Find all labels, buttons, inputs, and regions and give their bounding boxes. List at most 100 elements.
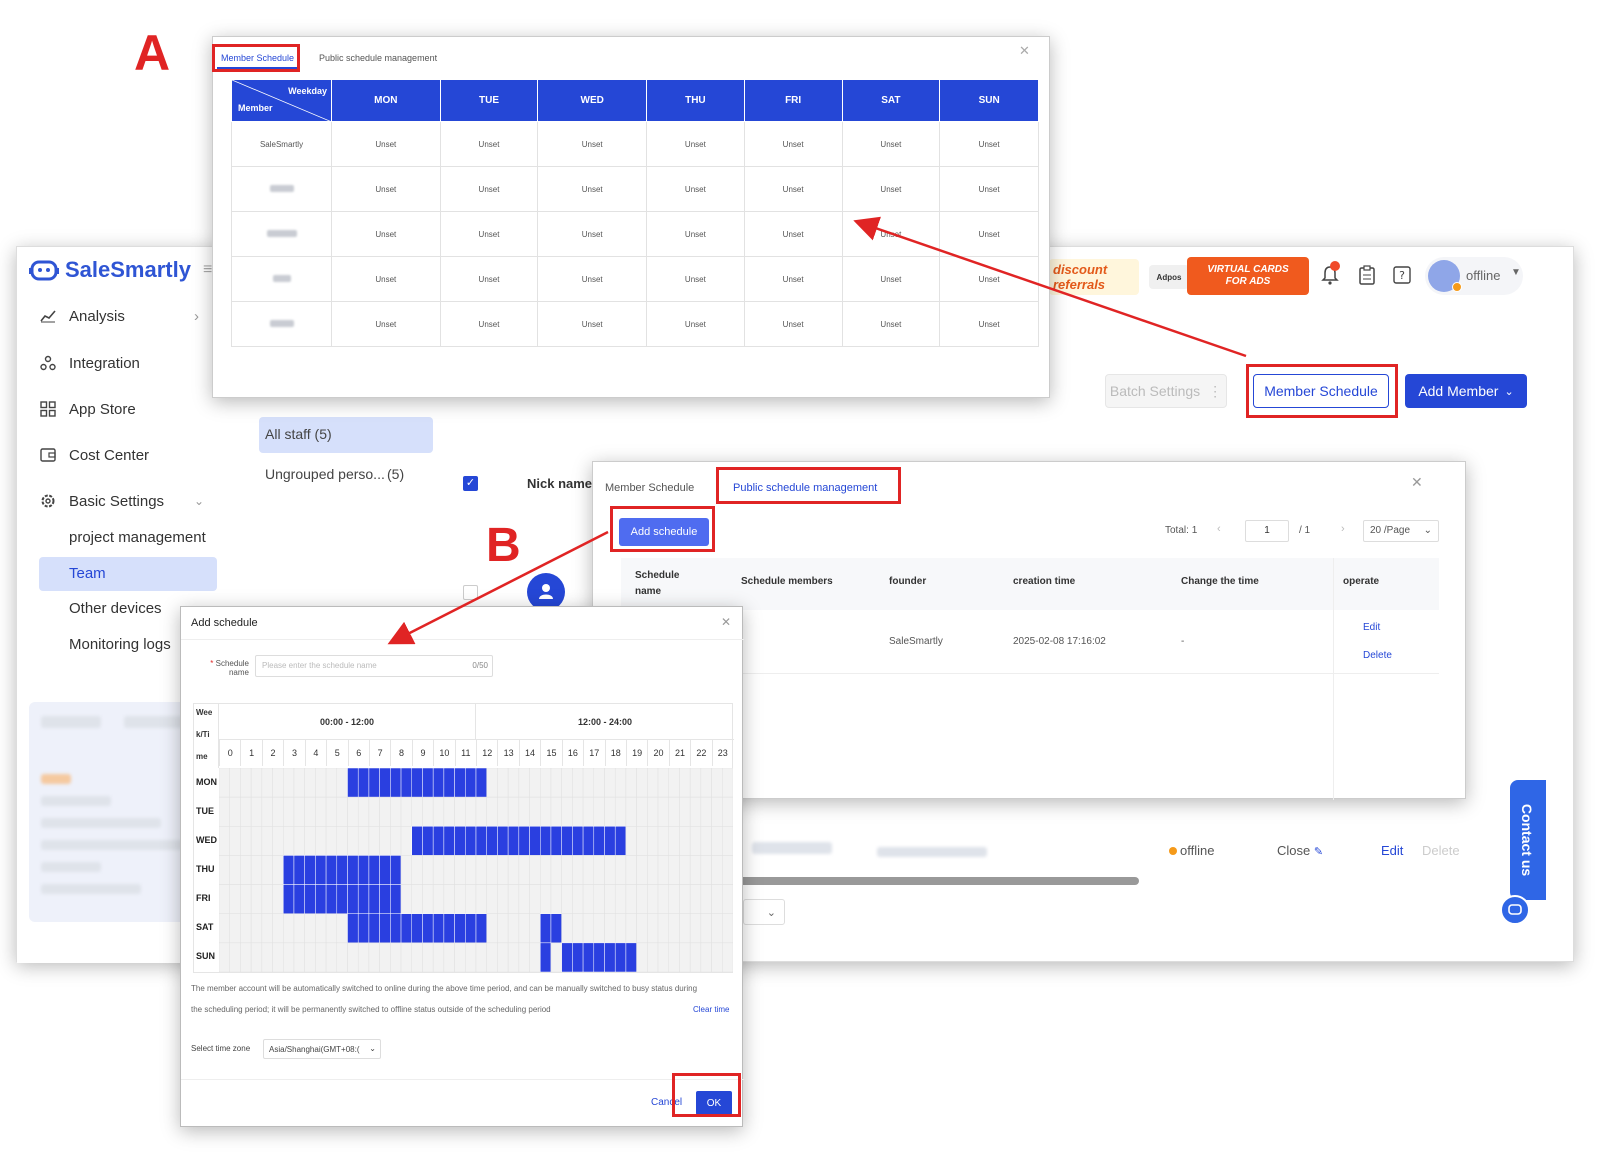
time-slot-selected[interactable] xyxy=(625,942,637,972)
time-slot[interactable] xyxy=(229,826,241,856)
menu-collapse-icon[interactable]: ≡ xyxy=(203,261,212,279)
time-slot[interactable] xyxy=(368,826,380,856)
time-slot[interactable] xyxy=(722,913,733,944)
time-slot[interactable] xyxy=(283,768,295,798)
time-slot[interactable] xyxy=(636,942,648,972)
time-slot[interactable] xyxy=(261,796,273,827)
time-slot[interactable] xyxy=(518,913,530,944)
time-slot[interactable] xyxy=(272,768,284,798)
time-slot[interactable] xyxy=(347,826,359,856)
time-slot[interactable] xyxy=(614,796,627,827)
time-slot-selected[interactable] xyxy=(411,913,423,944)
sidebar-item-basic-settings[interactable]: Basic Settings ⌄ xyxy=(39,492,204,510)
time-slot[interactable] xyxy=(315,796,327,827)
time-slot[interactable] xyxy=(304,942,316,972)
time-slot[interactable] xyxy=(711,884,723,914)
time-slot[interactable] xyxy=(529,768,541,798)
time-slot-selected[interactable] xyxy=(550,826,562,856)
time-slot[interactable] xyxy=(572,913,584,944)
time-slot[interactable] xyxy=(636,855,648,885)
schedule-cell[interactable]: Unset xyxy=(439,121,539,167)
time-slot[interactable] xyxy=(550,884,562,914)
time-slot[interactable] xyxy=(604,855,616,885)
time-slot[interactable] xyxy=(336,942,348,972)
time-slot[interactable] xyxy=(261,884,273,914)
time-slot[interactable] xyxy=(529,942,541,972)
time-slot[interactable] xyxy=(283,942,295,972)
next-page-icon[interactable]: › xyxy=(1341,523,1345,535)
time-slot[interactable] xyxy=(219,942,230,972)
time-slot-selected[interactable] xyxy=(379,768,391,798)
time-slot[interactable] xyxy=(304,913,316,944)
time-slot[interactable] xyxy=(229,884,241,914)
time-slot[interactable] xyxy=(657,942,669,972)
time-slot[interactable] xyxy=(219,768,230,798)
time-slot[interactable] xyxy=(357,942,370,972)
time-slot-selected[interactable] xyxy=(443,826,455,856)
time-slot[interactable] xyxy=(497,884,509,914)
time-slot[interactable] xyxy=(593,768,605,798)
time-slot-selected[interactable] xyxy=(540,826,552,856)
group-item-ungrouped[interactable]: Ungrouped perso... (5) xyxy=(259,457,433,493)
schedule-cell[interactable]: Unset xyxy=(743,166,843,212)
time-slot[interactable] xyxy=(679,942,691,972)
time-slot[interactable] xyxy=(432,942,445,972)
time-slot[interactable] xyxy=(486,768,498,798)
time-slot[interactable] xyxy=(411,942,423,972)
schedule-cell[interactable]: Unset xyxy=(939,301,1039,347)
schedule-cell[interactable]: Unset xyxy=(331,166,441,212)
brand-logo[interactable]: SaleSmartly ≡ xyxy=(29,257,212,283)
time-slot[interactable] xyxy=(625,855,637,885)
time-slot[interactable] xyxy=(240,913,252,944)
time-slot[interactable] xyxy=(336,826,348,856)
time-slot[interactable] xyxy=(668,913,680,944)
close-icon[interactable]: ✕ xyxy=(1411,474,1423,491)
time-slot[interactable] xyxy=(507,913,520,944)
time-slot[interactable] xyxy=(283,826,295,856)
time-slot[interactable] xyxy=(272,796,284,827)
time-slot[interactable] xyxy=(561,796,573,827)
time-slot[interactable] xyxy=(219,826,230,856)
time-slot[interactable] xyxy=(507,796,520,827)
time-slot[interactable] xyxy=(689,855,702,885)
time-slot-selected[interactable] xyxy=(411,826,423,856)
time-slot[interactable] xyxy=(636,913,648,944)
time-slot-selected[interactable] xyxy=(283,855,295,885)
time-slot-selected[interactable] xyxy=(582,942,595,972)
time-slot[interactable] xyxy=(454,942,466,972)
time-slot-selected[interactable] xyxy=(411,768,423,798)
time-slot[interactable] xyxy=(497,913,509,944)
time-slot[interactable] xyxy=(722,942,733,972)
chat-bubble-icon[interactable] xyxy=(1500,895,1530,925)
time-slot[interactable] xyxy=(400,796,413,827)
time-slot[interactable] xyxy=(668,884,680,914)
time-slot[interactable] xyxy=(700,768,712,798)
schedule-cell[interactable]: Unset xyxy=(439,301,539,347)
time-slot[interactable] xyxy=(657,826,669,856)
time-slot[interactable] xyxy=(518,942,530,972)
schedule-cell[interactable]: Unset xyxy=(537,166,647,212)
time-slot[interactable] xyxy=(529,796,541,827)
time-slot-selected[interactable] xyxy=(614,826,627,856)
adpos-banner[interactable]: Adpos xyxy=(1149,265,1189,289)
time-slot[interactable] xyxy=(475,855,487,885)
sidebar-item-integration[interactable]: Integration xyxy=(39,354,140,372)
time-slot-selected[interactable] xyxy=(357,884,370,914)
time-slot-selected[interactable] xyxy=(582,826,595,856)
time-slot[interactable] xyxy=(443,796,455,827)
time-slot[interactable] xyxy=(700,855,712,885)
time-slot[interactable] xyxy=(689,796,702,827)
time-slot-selected[interactable] xyxy=(368,768,380,798)
time-slot[interactable] xyxy=(668,796,680,827)
time-slot[interactable] xyxy=(336,796,348,827)
schedule-cell[interactable]: Unset xyxy=(646,121,745,167)
time-slot[interactable] xyxy=(679,913,691,944)
time-slot[interactable] xyxy=(250,826,263,856)
help-icon[interactable]: ? xyxy=(1393,266,1411,289)
time-slot-selected[interactable] xyxy=(465,913,477,944)
time-slot-selected[interactable] xyxy=(486,826,498,856)
time-slot[interactable] xyxy=(486,796,498,827)
time-slot[interactable] xyxy=(679,884,691,914)
discount-referrals-banner[interactable]: discount referrals xyxy=(1049,259,1139,295)
time-slot[interactable] xyxy=(657,768,669,798)
